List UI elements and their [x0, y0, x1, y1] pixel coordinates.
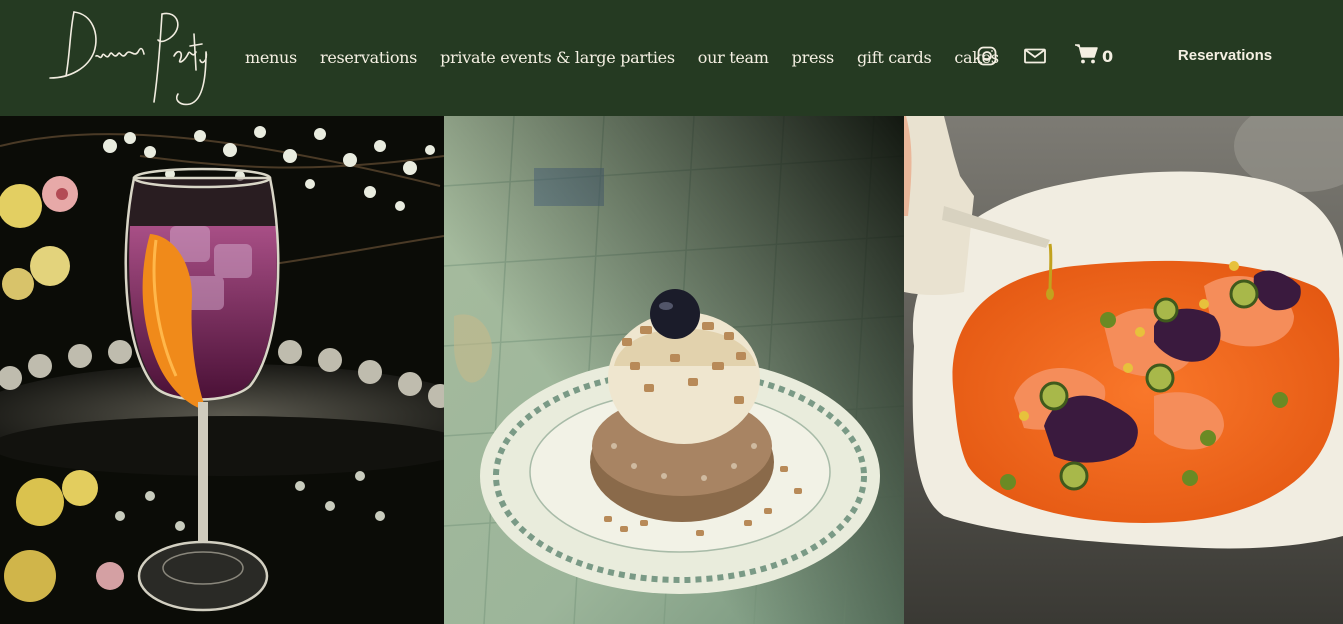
nav-link-reservations[interactable]: reservations: [320, 48, 417, 67]
gallery-image-cocktail: [0, 116, 444, 624]
cart-button[interactable]: 0: [1074, 44, 1113, 68]
nav-link-private-events[interactable]: private events & large parties: [440, 48, 675, 67]
cart-icon: [1074, 43, 1098, 69]
main-nav: menus reservations private events & larg…: [245, 44, 1022, 70]
nav-link-press[interactable]: press: [792, 48, 835, 67]
dinner-party-logo[interactable]: [44, 4, 212, 110]
nav-link-menus[interactable]: menus: [245, 48, 297, 67]
site-header: menus reservations private events & larg…: [0, 0, 1343, 116]
instagram-icon[interactable]: [976, 45, 998, 67]
gallery-image-pastry: [444, 116, 904, 624]
reservations-button[interactable]: Reservations: [1160, 40, 1290, 70]
nav-link-gift-cards[interactable]: gift cards: [857, 48, 932, 67]
nav-link-our-team[interactable]: our team: [698, 48, 769, 67]
mail-icon[interactable]: [1023, 47, 1047, 65]
cart-count: 0: [1102, 46, 1114, 66]
gallery-image-crudo: [904, 116, 1343, 624]
